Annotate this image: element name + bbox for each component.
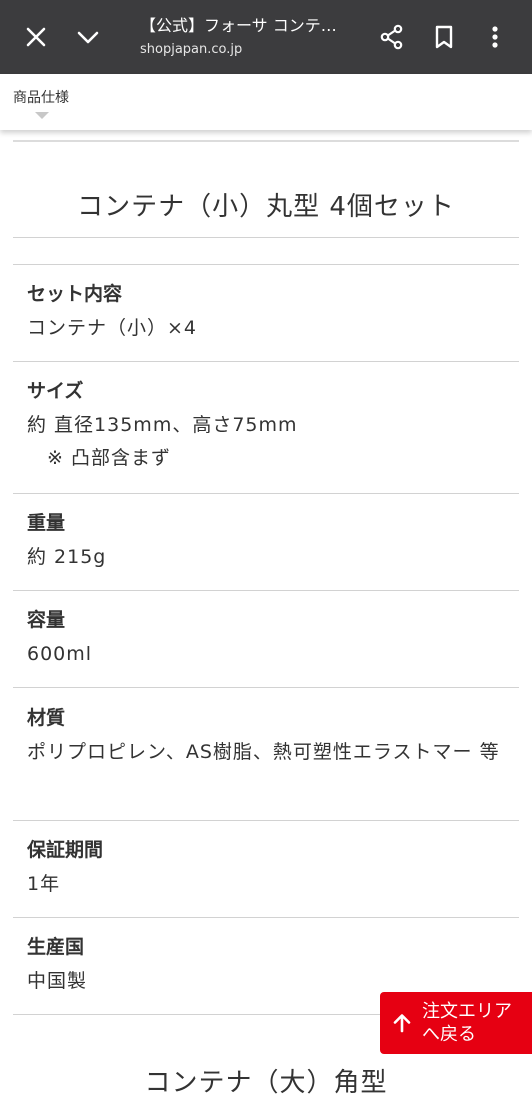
page-title: 【公式】フォーサ コンテ… bbox=[140, 16, 337, 35]
spec-label: セット内容 bbox=[27, 283, 123, 305]
spec-label: 保証期間 bbox=[27, 839, 104, 861]
divider bbox=[13, 820, 519, 821]
chevron-down-icon[interactable] bbox=[68, 17, 108, 57]
spec-size: サイズ 約 直径135mm、高さ75mm ※ 凸部含まず bbox=[27, 379, 507, 473]
divider bbox=[13, 237, 519, 238]
spec-value: ポリプロピレン、AS樹脂、熱可塑性エラストマー 等 bbox=[27, 741, 500, 763]
spec-value: 約 215g bbox=[27, 546, 107, 568]
close-icon[interactable] bbox=[16, 17, 56, 57]
caret-down-icon bbox=[35, 112, 49, 119]
arrow-up-icon bbox=[392, 1013, 412, 1033]
spec-label: サイズ bbox=[27, 380, 84, 402]
spec-warranty: 保証期間 1年 bbox=[27, 838, 507, 902]
spec-material: 材質 ポリプロピレン、AS樹脂、熱可塑性エラストマー 等 bbox=[27, 706, 507, 770]
browser-toolbar: 【公式】フォーサ コンテ… shopjapan.co.jp bbox=[0, 0, 532, 74]
section-nav-label[interactable]: 商品仕様 bbox=[13, 87, 69, 107]
order-button-label: 注文エリア へ戻る bbox=[422, 1000, 512, 1046]
spec-set-contents: セット内容 コンテナ（小）×4 bbox=[27, 282, 507, 346]
order-button-line1: 注文エリア bbox=[422, 1001, 512, 1022]
spec-value: コンテナ（小）×4 bbox=[27, 317, 198, 339]
more-vert-icon[interactable] bbox=[475, 17, 515, 57]
spec-value: 1年 bbox=[27, 873, 61, 895]
divider bbox=[13, 493, 519, 494]
spec-note: ※ 凸部含まず bbox=[47, 447, 171, 469]
divider bbox=[13, 590, 519, 591]
divider bbox=[13, 917, 519, 918]
spec-weight: 重量 約 215g bbox=[27, 511, 507, 575]
divider bbox=[13, 140, 519, 142]
spec-value: 約 直径135mm、高さ75mm bbox=[27, 414, 298, 436]
divider bbox=[13, 687, 519, 688]
product-title: コンテナ（小）丸型 4個セット bbox=[77, 192, 455, 222]
spec-label: 材質 bbox=[27, 707, 66, 729]
spec-label: 生産国 bbox=[27, 936, 85, 958]
next-product-title: コンテナ（大）角型 bbox=[144, 1068, 388, 1098]
back-to-order-button[interactable]: 注文エリア へ戻る bbox=[380, 992, 532, 1054]
bookmark-icon[interactable] bbox=[424, 17, 464, 57]
order-button-line2: へ戻る bbox=[422, 1024, 476, 1045]
share-icon[interactable] bbox=[372, 17, 412, 57]
spec-capacity: 容量 600ml bbox=[27, 608, 507, 672]
divider bbox=[13, 264, 519, 265]
spec-label: 容量 bbox=[27, 609, 66, 631]
page-url: shopjapan.co.jp bbox=[140, 42, 243, 57]
spec-origin: 生産国 中国製 bbox=[27, 935, 507, 999]
section-nav: 商品仕様 bbox=[0, 74, 532, 130]
divider bbox=[13, 361, 519, 362]
spec-value: 600ml bbox=[27, 643, 93, 665]
spec-label: 重量 bbox=[27, 512, 66, 534]
